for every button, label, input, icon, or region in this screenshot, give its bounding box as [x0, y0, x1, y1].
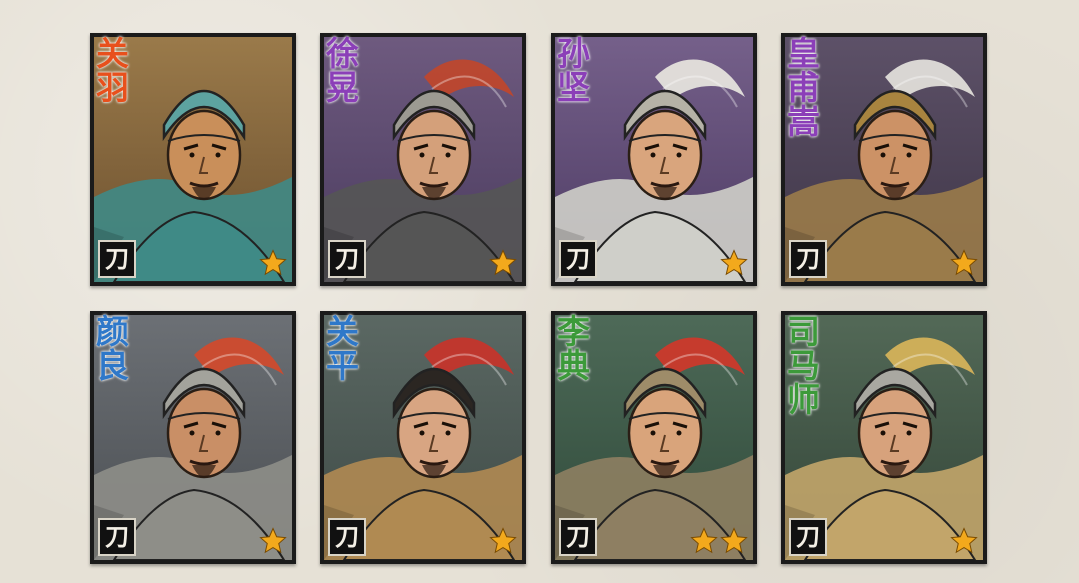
- star-rating: [949, 248, 979, 280]
- star-icon: [719, 526, 749, 556]
- weapon-type-badge: 刀: [98, 518, 136, 556]
- star-icon: [488, 526, 518, 556]
- general-name: 皇甫嵩: [787, 34, 820, 141]
- general-name: 关羽: [96, 34, 129, 107]
- star-icon: [949, 526, 979, 556]
- star-rating: [488, 248, 518, 280]
- general-card[interactable]: 孙坚刀: [551, 33, 757, 286]
- weapon-type-badge: 刀: [559, 518, 597, 556]
- star-icon: [258, 248, 288, 278]
- star-rating: [258, 526, 288, 558]
- star-rating: [258, 248, 288, 280]
- general-card[interactable]: 关羽刀: [90, 33, 296, 286]
- general-card[interactable]: 关平刀: [320, 311, 526, 564]
- star-icon: [949, 248, 979, 278]
- general-card[interactable]: 司马师刀: [781, 311, 987, 564]
- general-name: 关平: [326, 312, 359, 385]
- general-name: 徐晃: [326, 34, 359, 107]
- general-name: 司马师: [787, 312, 820, 419]
- general-card[interactable]: 皇甫嵩刀: [781, 33, 987, 286]
- general-grid: 关羽刀 徐晃刀 孙坚 刀 皇甫嵩 刀 颜良 刀 关平 刀 李典 刀 司马师 刀: [0, 0, 1079, 583]
- star-rating: [488, 526, 518, 558]
- general-card[interactable]: 颜良刀: [90, 311, 296, 564]
- star-rating: [949, 526, 979, 558]
- general-card[interactable]: 李典刀: [551, 311, 757, 564]
- weapon-type-badge: 刀: [98, 240, 136, 278]
- weapon-type-badge: 刀: [789, 518, 827, 556]
- weapon-type-badge: 刀: [328, 518, 366, 556]
- star-icon: [689, 526, 719, 556]
- weapon-type-badge: 刀: [328, 240, 366, 278]
- general-name: 颜良: [96, 312, 129, 385]
- star-icon: [488, 248, 518, 278]
- general-name: 李典: [557, 312, 590, 385]
- weapon-type-badge: 刀: [789, 240, 827, 278]
- general-name: 孙坚: [557, 34, 590, 107]
- weapon-type-badge: 刀: [559, 240, 597, 278]
- star-icon: [719, 248, 749, 278]
- star-rating: [719, 248, 749, 280]
- general-card[interactable]: 徐晃刀: [320, 33, 526, 286]
- star-rating: [689, 526, 749, 558]
- star-icon: [258, 526, 288, 556]
